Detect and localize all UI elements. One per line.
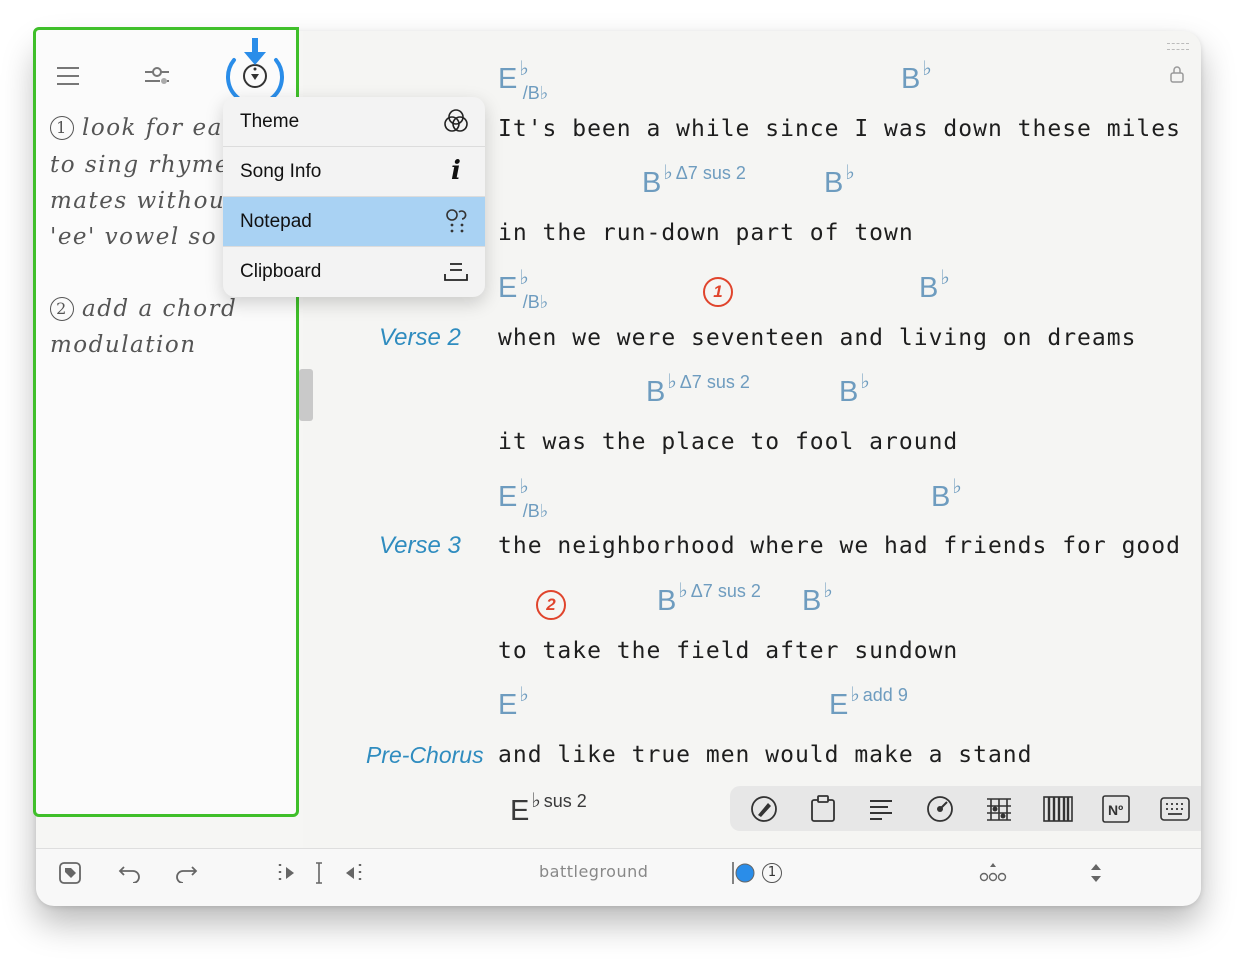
piano-icon[interactable] (1042, 793, 1074, 825)
sidebar-resize-handle[interactable] (299, 369, 313, 421)
chord[interactable]: B ♭ (824, 162, 855, 200)
info-icon: i (451, 156, 461, 186)
lyric-line[interactable]: and like true men would make a stand (498, 742, 1033, 768)
chord-grid-icon[interactable] (983, 793, 1015, 825)
lyric-line[interactable]: It's been a while since I was down these… (498, 116, 1181, 142)
lock-icon[interactable] (1167, 64, 1187, 84)
menu-item-song-info[interactable]: Song Info i (223, 147, 485, 197)
menu-item-label: Theme (240, 111, 300, 132)
note-1-line-1: 1 look for ea (50, 115, 223, 141)
compass-popup-menu: Theme Song Info i Notepad Clipboard (223, 97, 485, 297)
section-label[interactable]: Verse 3 (379, 532, 461, 560)
menu-item-label: Notepad (240, 211, 312, 232)
cursor-bar-icon[interactable] (310, 859, 328, 887)
page-indicator[interactable]: 1 (722, 859, 790, 887)
note-2-number: 2 (50, 297, 74, 321)
editing-toolbar: Nº (730, 786, 1201, 831)
text-align-icon[interactable] (865, 793, 897, 825)
chord[interactable]: B ♭ Δ7 sus 2 (657, 580, 761, 618)
menu-item-theme[interactable]: Theme (223, 97, 485, 147)
notepad-icon (443, 208, 469, 234)
transpose-stepper-icon[interactable] (1086, 859, 1106, 887)
lyric-line[interactable]: the neighborhood where we had friends fo… (498, 533, 1181, 559)
menu-item-clipboard[interactable]: Clipboard (223, 247, 485, 297)
chord[interactable]: E ♭ sus 2 (510, 790, 587, 828)
chord[interactable]: B ♭ (839, 371, 870, 409)
section-label[interactable]: Verse 2 (379, 324, 461, 352)
note-1-line-3: mates withou (50, 188, 226, 214)
chord[interactable]: B ♭ (931, 476, 962, 514)
chord[interactable]: B ♭ Δ7 sus 2 (646, 371, 750, 409)
undo-icon[interactable] (116, 859, 144, 887)
svg-text:Nº: Nº (1108, 802, 1123, 818)
compass-menu-button[interactable] (222, 26, 288, 106)
song-title[interactable]: battleground (539, 862, 648, 881)
clipboard-icon (443, 258, 469, 284)
note-marker-2[interactable]: 2 (536, 590, 566, 620)
lyric-line[interactable]: it was the place to fool around (498, 429, 958, 455)
move-left-icon[interactable] (338, 859, 366, 887)
menu-item-notepad[interactable]: Notepad (223, 197, 485, 247)
menu-item-label: Clipboard (240, 261, 322, 282)
arrange-icon[interactable] (978, 859, 1008, 887)
chord[interactable]: B ♭ (919, 267, 950, 305)
lyric-line[interactable]: in the run-down part of town (498, 220, 914, 246)
chord[interactable]: E ♭ (498, 684, 529, 722)
note-1-number: 1 (50, 116, 74, 140)
lyric-line[interactable]: to take the field after sundown (498, 638, 958, 664)
sliders-icon[interactable] (142, 62, 172, 90)
tag-icon[interactable] (56, 859, 84, 887)
theme-icon (443, 108, 469, 134)
chord[interactable]: B ♭ Δ7 sus 2 (642, 162, 746, 200)
chord[interactable]: B ♭ (901, 58, 932, 96)
tempo-dial-icon[interactable] (924, 793, 956, 825)
clipboard-tool-icon[interactable] (807, 793, 839, 825)
chord[interactable]: E ♭/B♭ (498, 58, 548, 103)
move-right-icon[interactable] (274, 859, 302, 887)
number-icon[interactable]: Nº (1100, 793, 1132, 825)
chord[interactable]: B ♭ (802, 580, 833, 618)
note-marker-1[interactable]: 1 (703, 277, 733, 307)
window-grip (1167, 43, 1189, 50)
pen-icon[interactable] (748, 793, 780, 825)
hamburger-menu-icon[interactable] (54, 62, 82, 90)
redo-icon[interactable] (172, 859, 200, 887)
chord[interactable]: E ♭/B♭ (498, 267, 548, 312)
page-number: 1 (762, 863, 782, 883)
menu-item-label: Song Info (240, 161, 322, 182)
note-2-line-2: modulation (50, 332, 197, 358)
note-1-line-2: to sing rhyme (50, 152, 231, 178)
section-label[interactable]: Pre-Chorus (366, 742, 484, 769)
keyboard-icon[interactable] (1159, 793, 1191, 825)
chord[interactable]: E ♭/B♭ (498, 476, 548, 521)
note-1-line-4: 'ee' vowel so (50, 224, 218, 250)
note-2-line-1: 2 add a chord (50, 296, 237, 322)
lyric-line[interactable]: when we were seventeen and living on dre… (498, 325, 1136, 351)
chord[interactable]: E ♭ add 9 (829, 684, 908, 722)
